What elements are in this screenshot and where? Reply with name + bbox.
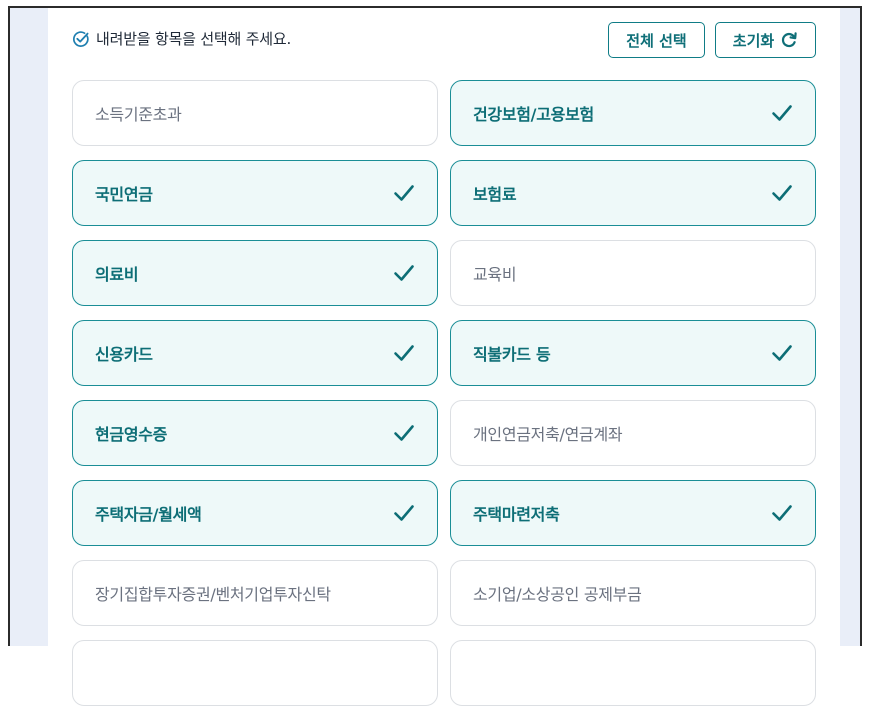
item-card[interactable] (72, 640, 438, 706)
checkmark-icon (391, 420, 417, 446)
check-circle-icon (72, 30, 90, 48)
item-card[interactable]: 주택마련저축 (450, 480, 816, 546)
item-label: 장기집합투자증권/벤처기업투자신탁 (95, 585, 331, 604)
checkmark-icon (391, 260, 417, 286)
checkmark-icon (391, 500, 417, 526)
item-card[interactable]: 보험료 (450, 160, 816, 226)
item-card[interactable]: 건강보험/고용보험 (450, 80, 816, 146)
item-card[interactable]: 직불카드 등 (450, 320, 816, 386)
item-label: 주택자금/월세액 (95, 505, 202, 524)
item-card[interactable]: 교육비 (450, 240, 816, 306)
item-label: 교육비 (473, 265, 517, 284)
item-card[interactable]: 장기집합투자증권/벤처기업투자신탁 (72, 560, 438, 626)
item-card[interactable]: 소득기준초과 (72, 80, 438, 146)
reset-label: 초기화 (732, 31, 775, 50)
item-label: 주택마련저축 (473, 505, 560, 524)
checkmark-icon (769, 100, 795, 126)
item-label: 직불카드 등 (473, 345, 551, 364)
select-all-label: 전체 선택 (626, 31, 687, 50)
item-grid: 소득기준초과 건강보험/고용보험국민연금 보험료의료비 교육비신용카드 직불카드 등현금… (72, 80, 816, 706)
checkmark-icon (769, 180, 795, 206)
reset-button[interactable]: 초기화 (715, 22, 816, 58)
item-card[interactable]: 주택자금/월세액 (72, 480, 438, 546)
checkmark-icon (769, 500, 795, 526)
item-label: 의료비 (95, 265, 139, 284)
item-card[interactable] (450, 640, 816, 706)
item-label: 소득기준초과 (95, 105, 182, 124)
item-card[interactable]: 소기업/소상공인 공제부금 (450, 560, 816, 626)
instruction: 내려받을 항목을 선택해 주세요. (72, 28, 291, 49)
window-frame: 내려받을 항목을 선택해 주세요. 전체 선택 초기화 소득기준초과 건강보험/고… (8, 6, 862, 706)
item-card[interactable]: 현금영수증 (72, 400, 438, 466)
item-card[interactable]: 의료비 (72, 240, 438, 306)
checkmark-icon (391, 340, 417, 366)
item-label: 보험료 (473, 185, 517, 204)
item-label: 개인연금저축/연금계좌 (473, 425, 623, 444)
checkmark-icon (391, 180, 417, 206)
checkmark-icon (769, 340, 795, 366)
item-label: 소기업/소상공인 공제부금 (473, 585, 642, 604)
item-card[interactable]: 국민연금 (72, 160, 438, 226)
item-card[interactable]: 개인연금저축/연금계좌 (450, 400, 816, 466)
item-card[interactable]: 신용카드 (72, 320, 438, 386)
selection-header: 내려받을 항목을 선택해 주세요. 전체 선택 초기화 (72, 20, 816, 60)
select-all-button[interactable]: 전체 선택 (608, 22, 705, 58)
item-label: 국민연금 (95, 185, 153, 204)
item-label: 건강보험/고용보험 (473, 105, 594, 124)
item-label: 신용카드 (95, 345, 153, 364)
instruction-text: 내려받을 항목을 선택해 주세요. (96, 30, 292, 48)
content-panel: 내려받을 항목을 선택해 주세요. 전체 선택 초기화 소득기준초과 건강보험/고… (48, 8, 840, 706)
item-label: 현금영수증 (95, 425, 168, 444)
refresh-icon (780, 31, 798, 49)
